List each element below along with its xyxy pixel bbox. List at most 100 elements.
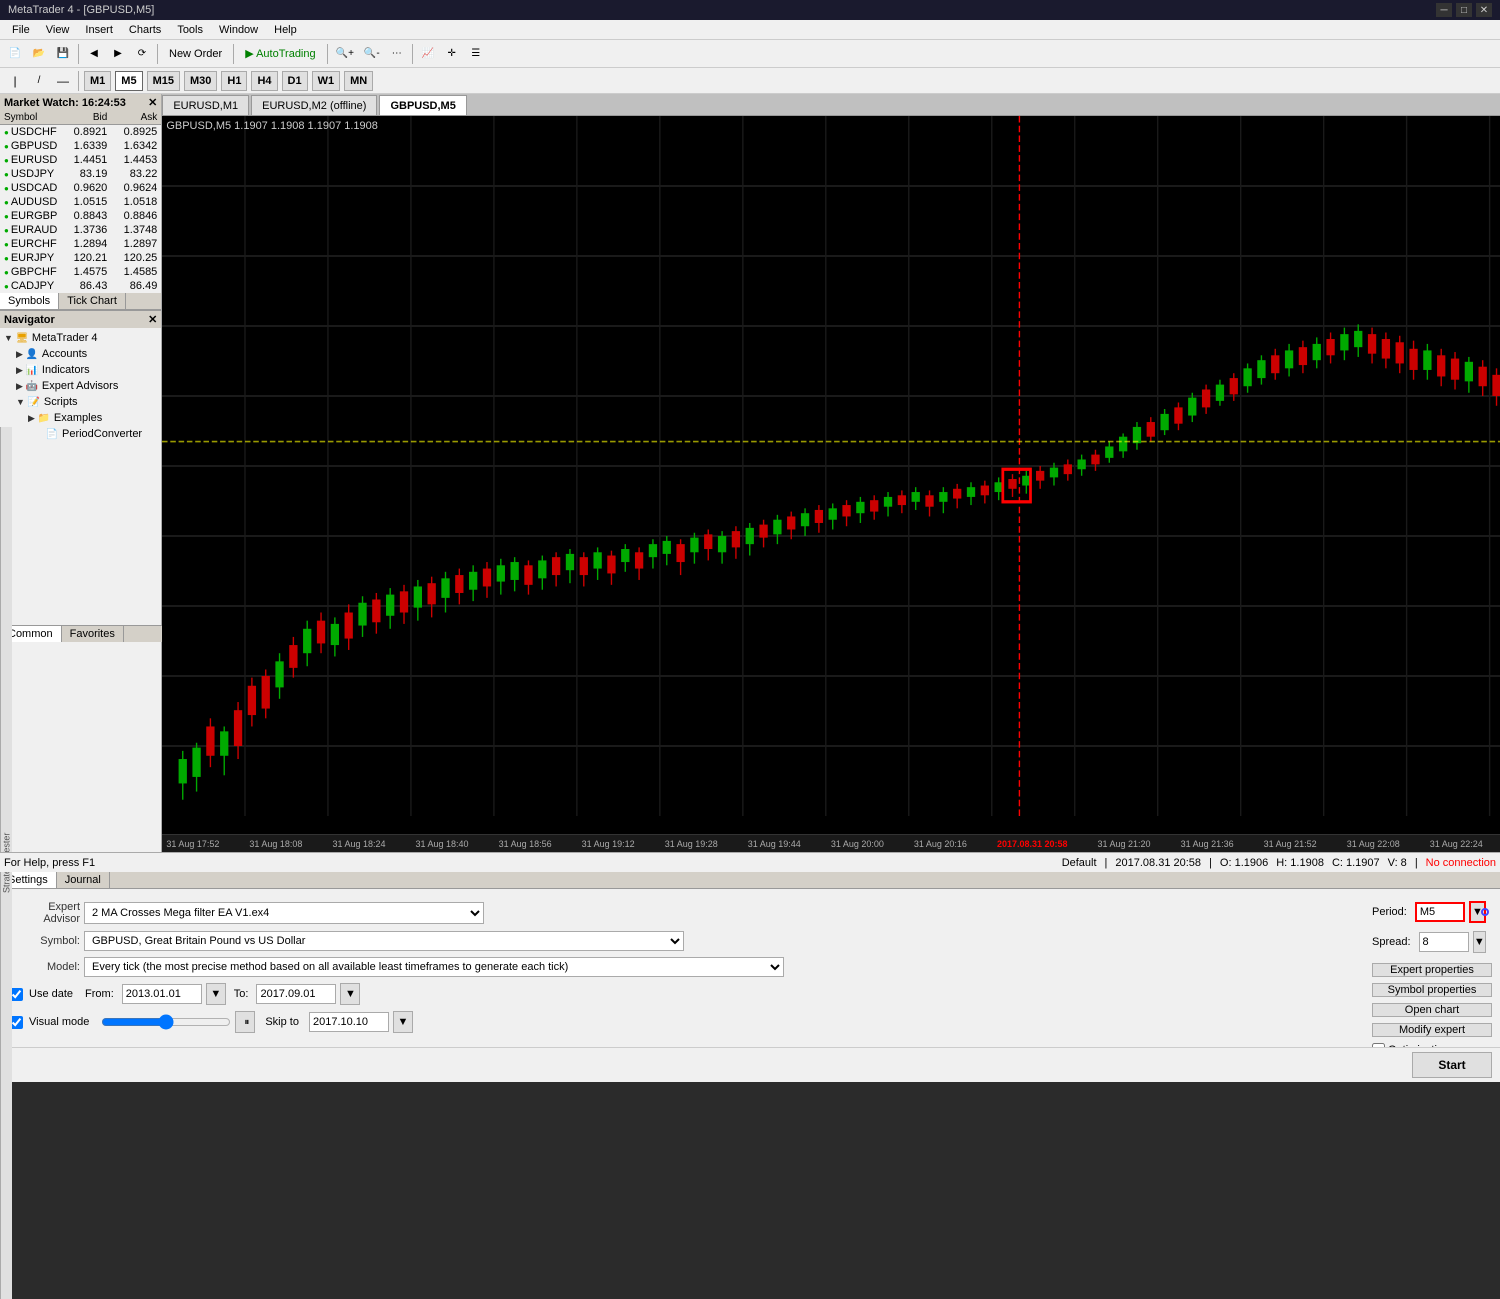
new-order-button[interactable]: New Order: [162, 43, 229, 65]
tester-skip-input[interactable]: [309, 1012, 389, 1032]
market-watch-row[interactable]: ●USDCHF 0.8921 0.8925: [0, 125, 161, 139]
period-w1[interactable]: W1: [312, 71, 341, 91]
market-watch-row[interactable]: ●EURCHF 1.2894 1.2897: [0, 237, 161, 251]
period-m15[interactable]: M15: [147, 71, 180, 91]
sep-p: [78, 71, 79, 91]
tester-spread-dropdown[interactable]: ▼: [1473, 931, 1486, 953]
menu-window[interactable]: Window: [211, 22, 266, 38]
autotrading-button[interactable]: ▶ AutoTrading: [238, 43, 322, 65]
mw-bid: 0.8843: [57, 210, 107, 222]
market-watch-close[interactable]: ✕: [148, 96, 157, 109]
chart-tabs: EURUSD,M1 EURUSD,M2 (offline) GBPUSD,M5: [162, 94, 1500, 116]
forward-button[interactable]: ▶: [107, 43, 129, 65]
open-button[interactable]: 📂: [28, 43, 50, 65]
tester-tab-journal[interactable]: Journal: [57, 872, 110, 888]
mw-ask: 83.22: [107, 168, 157, 180]
zoom-out-button[interactable]: 🔍-: [360, 43, 384, 65]
zoom-in-button[interactable]: 🔍+: [332, 43, 358, 65]
chart-tab-eurusd-m1[interactable]: EURUSD,M1: [162, 95, 249, 115]
save-button[interactable]: 💾: [52, 43, 74, 65]
period-m5[interactable]: M5: [115, 71, 142, 91]
tester-date-row: Use date From: ▼ To: ▼: [10, 983, 1360, 1005]
menu-help[interactable]: Help: [266, 22, 305, 38]
nav-scripts[interactable]: ▼ 📝 Scripts: [0, 394, 161, 410]
market-watch-row[interactable]: ●EURUSD 1.4451 1.4453: [0, 153, 161, 167]
menu-file[interactable]: File: [4, 22, 38, 38]
tab-favorites[interactable]: Favorites: [62, 626, 124, 642]
period-d1[interactable]: D1: [282, 71, 308, 91]
close-button[interactable]: ✕: [1476, 3, 1492, 17]
tester-period-input[interactable]: [1415, 902, 1465, 922]
expert-properties-button[interactable]: Expert properties: [1372, 963, 1492, 977]
nav-accounts[interactable]: ▶ 👤 Accounts: [0, 346, 161, 362]
market-watch-row[interactable]: ●CADJPY 86.43 86.49: [0, 279, 161, 293]
period-m1[interactable]: M1: [84, 71, 111, 91]
period-m30[interactable]: M30: [184, 71, 217, 91]
chart-canvas[interactable]: GBPUSD,M5 1.1907 1.1908 1.1907 1.1908: [162, 116, 1500, 834]
market-watch-row[interactable]: ●EURGBP 0.8843 0.8846: [0, 209, 161, 223]
navigator-close[interactable]: ✕: [148, 313, 157, 326]
start-button[interactable]: Start: [1412, 1052, 1492, 1078]
visual-pause-btn[interactable]: ⏸: [235, 1011, 255, 1033]
line-tool[interactable]: |: [4, 70, 26, 92]
period-mn[interactable]: MN: [344, 71, 373, 91]
time-8: 31 Aug 19:44: [748, 839, 801, 849]
separator-2: [157, 44, 158, 64]
col-bid: Bid: [57, 112, 107, 123]
ea-dropdown[interactable]: 2 MA Crosses Mega filter EA V1.ex4: [84, 902, 484, 924]
tester-from-input[interactable]: [122, 984, 202, 1004]
market-watch-row[interactable]: ●USDJPY 83.19 83.22: [0, 167, 161, 181]
market-watch-row[interactable]: ●USDCAD 0.9620 0.9624: [0, 181, 161, 195]
trend-tool[interactable]: /: [28, 70, 50, 92]
chart-tab-eurusd-m2[interactable]: EURUSD,M2 (offline): [251, 95, 377, 115]
back-button[interactable]: ◀: [83, 43, 105, 65]
chart-tab-gbpusd-m5[interactable]: GBPUSD,M5: [379, 95, 466, 115]
market-watch-row[interactable]: ●GBPUSD 1.6339 1.6342: [0, 139, 161, 153]
nav-indicators[interactable]: ▶ 📊 Indicators: [0, 362, 161, 378]
tester-to-calendar[interactable]: ▼: [340, 983, 360, 1005]
mw-tab-symbols[interactable]: Symbols: [0, 293, 59, 309]
tester-spread-input[interactable]: [1419, 932, 1469, 952]
tester-model-dropdown[interactable]: Every tick (the most precise method base…: [84, 957, 784, 977]
tester-from-calendar[interactable]: ▼: [206, 983, 226, 1005]
modify-expert-button[interactable]: Modify expert: [1372, 1023, 1492, 1037]
crosshair-button[interactable]: ✛: [441, 43, 463, 65]
market-watch-row[interactable]: ●EURJPY 120.21 120.25: [0, 251, 161, 265]
nav-expert-advisors[interactable]: ▶ 🤖 Expert Advisors: [0, 378, 161, 394]
period-h4[interactable]: H4: [251, 71, 277, 91]
minimize-button[interactable]: ─: [1436, 3, 1452, 17]
nav-accounts-label: Accounts: [42, 348, 87, 360]
period-h1[interactable]: H1: [221, 71, 247, 91]
time-10: 31 Aug 20:16: [914, 839, 967, 849]
market-watch-columns: Symbol Bid Ask: [0, 111, 161, 125]
mw-symbol: ●EURGBP: [4, 210, 57, 222]
menu-tools[interactable]: Tools: [169, 22, 211, 38]
menu-charts[interactable]: Charts: [121, 22, 169, 38]
tester-period-dropdown[interactable]: ▼: [1469, 901, 1486, 923]
market-watch-row[interactable]: ●GBPCHF 1.4575 1.4585: [0, 265, 161, 279]
market-watch-row[interactable]: ●EURAUD 1.3736 1.3748: [0, 223, 161, 237]
tester-skip-calendar[interactable]: ▼: [393, 1011, 413, 1033]
open-chart-button[interactable]: Open chart: [1372, 1003, 1492, 1017]
market-watch-row[interactable]: ●AUDUSD 1.0515 1.0518: [0, 195, 161, 209]
indicators-button[interactable]: 📈: [417, 43, 439, 65]
mw-bid: 1.6339: [57, 140, 107, 152]
nav-examples[interactable]: ▶ 📁 Examples: [0, 410, 161, 426]
chart-shift-button[interactable]: ⋯: [386, 43, 408, 65]
scripts-icon: 📝: [27, 395, 41, 409]
nav-period-converter[interactable]: 📄 PeriodConverter: [0, 426, 161, 442]
objects-list-button[interactable]: ☰: [465, 43, 487, 65]
hline-tool[interactable]: —: [52, 70, 74, 92]
menu-insert[interactable]: Insert: [77, 22, 121, 38]
maximize-button[interactable]: □: [1456, 3, 1472, 17]
nav-metatrader4[interactable]: ▼ 🖥 MetaTrader 4: [0, 330, 161, 346]
symbol-properties-button[interactable]: Symbol properties: [1372, 983, 1492, 997]
refresh-button[interactable]: ⟳: [131, 43, 153, 65]
tester-symbol-dropdown[interactable]: GBPUSD, Great Britain Pound vs US Dollar: [84, 931, 684, 951]
mw-tab-tick-chart[interactable]: Tick Chart: [59, 293, 126, 309]
menu-view[interactable]: View: [38, 22, 78, 38]
tester-to-input[interactable]: [256, 984, 336, 1004]
new-chart-button[interactable]: 📄: [4, 43, 26, 65]
visual-mode-slider[interactable]: [101, 1015, 231, 1029]
mw-symbol: ●USDCHF: [4, 126, 57, 138]
